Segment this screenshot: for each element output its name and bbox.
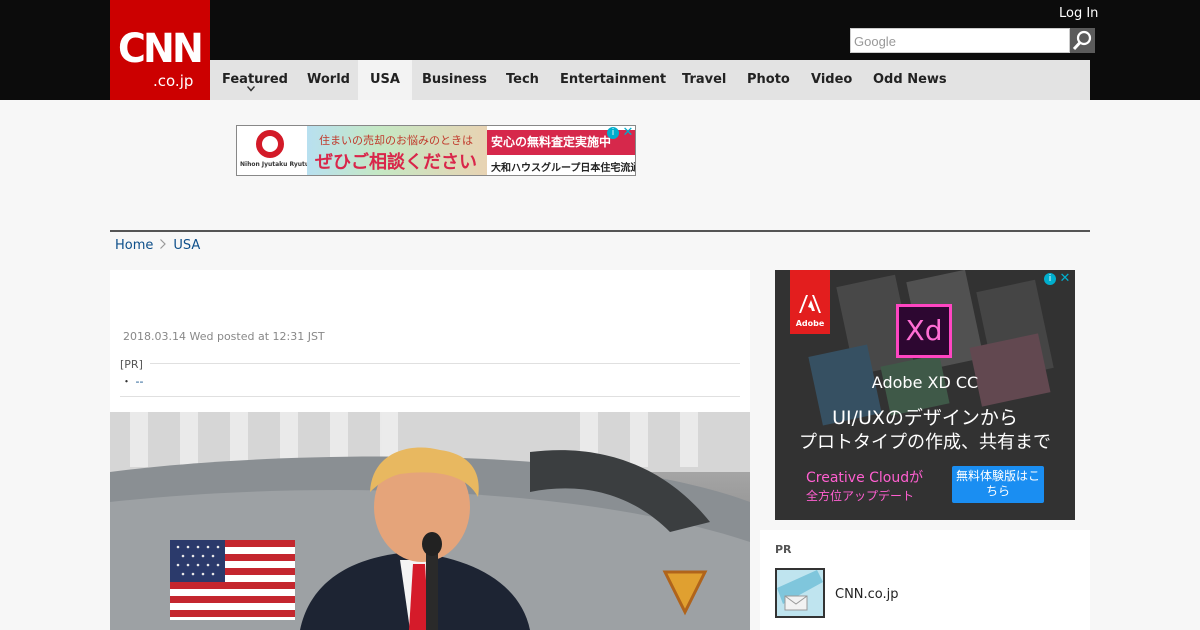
search-input[interactable]: Google xyxy=(850,28,1070,53)
nav-item-label: Entertainment xyxy=(560,72,667,87)
breadcrumb-home[interactable]: Home xyxy=(115,238,153,253)
ad-headline-1: UI/UXのデザインから xyxy=(832,407,1018,429)
mail-icon xyxy=(777,570,823,616)
cnn-logo[interactable]: CNN .co.jp xyxy=(110,0,210,100)
brand-circle-icon xyxy=(256,130,284,158)
nav-item-photo[interactable]: Photo xyxy=(735,60,802,100)
free-trial-button[interactable]: 無料体験版はこちら xyxy=(952,466,1044,503)
pr-box-heading: PR xyxy=(775,543,792,556)
article-date: 2018.03.14 Wed posted at 12:31 JST xyxy=(123,330,325,343)
nav-item-label: Business xyxy=(422,72,487,87)
nav-item-tech[interactable]: Tech xyxy=(494,60,551,100)
logo-sub-text: .co.jp xyxy=(153,72,194,90)
nav-item-travel[interactable]: Travel xyxy=(670,60,738,100)
search-button[interactable] xyxy=(1070,28,1095,53)
nav-item-label: Photo xyxy=(747,72,790,87)
adobe-wordmark: Adobe xyxy=(795,319,825,328)
pr-link[interactable]: -- xyxy=(136,375,144,388)
ad-sub: 大和ハウスグループ日本住宅流通へ xyxy=(491,163,636,174)
adchoices-icon[interactable]: i xyxy=(607,127,619,139)
pr-divider xyxy=(150,363,740,364)
pr-item-name[interactable]: CNN.co.jp xyxy=(835,587,899,603)
nav-item-label: World xyxy=(307,72,350,87)
side-ad-adobe-xd[interactable]: Adobe Xd Adobe XD CC UI/UXのデザインから プロトタイプ… xyxy=(775,270,1075,520)
ad-product-title: Adobe XD CC xyxy=(871,373,979,392)
ad-cc-line1: Creative Cloudが xyxy=(806,470,924,486)
login-link[interactable]: Log In xyxy=(1059,6,1098,22)
nav-item-world[interactable]: World xyxy=(295,60,362,100)
nav-item-label: Featured xyxy=(222,72,288,87)
pr-label: [PR] xyxy=(120,358,143,371)
pr-thumbnail[interactable] xyxy=(775,568,825,618)
ad-message: 住まいの売却のお悩みのときは ぜひご相談ください xyxy=(307,126,487,175)
main-nav: Featured World USA Business Tech Enterta… xyxy=(210,60,1090,100)
magnifier-icon xyxy=(1072,30,1092,51)
adobe-logo: Adobe xyxy=(790,270,830,334)
chevron-down-icon xyxy=(247,86,255,92)
article-header: 2018.03.14 Wed posted at 12:31 JST [PR] … xyxy=(110,270,750,412)
close-icon[interactable]: ✕ xyxy=(622,126,634,139)
ad-cc-line2: 全方位アップデート xyxy=(806,489,915,503)
nav-item-label: Odd News xyxy=(873,72,947,87)
breadcrumb: Home USA xyxy=(115,238,200,254)
nav-item-featured[interactable]: Featured xyxy=(210,60,300,100)
ad-headline-2: プロトタイプの作成、共有まで xyxy=(799,432,1051,453)
article-photo-image xyxy=(110,412,750,630)
ad-brand-logo: Nihon Jyutaku Ryutu xyxy=(237,126,310,175)
xd-product-icon: Xd xyxy=(896,304,952,358)
nav-item-label: Travel xyxy=(682,72,727,87)
logo-main-text: CNN xyxy=(118,26,204,72)
nav-item-label: Tech xyxy=(506,72,539,87)
close-icon[interactable]: ✕ xyxy=(1059,272,1071,285)
nav-item-business[interactable]: Business xyxy=(410,60,499,100)
nav-item-video[interactable]: Video xyxy=(799,60,864,100)
top-banner-ad[interactable]: Nihon Jyutaku Ryutu 住まいの売却のお悩みのときは ぜひご相談… xyxy=(236,125,636,176)
pr-divider-bottom xyxy=(120,396,740,397)
ad-brand-text: Nihon Jyutaku Ryutu xyxy=(240,161,310,168)
adchoices-icon[interactable]: i xyxy=(1044,273,1056,285)
ad-line2: ぜひご相談ください xyxy=(315,152,477,173)
nav-item-usa[interactable]: USA xyxy=(358,60,412,100)
nav-item-label: Video xyxy=(811,72,853,87)
article-photo xyxy=(110,412,750,630)
section-divider xyxy=(110,230,1090,232)
nav-item-odd-news[interactable]: Odd News xyxy=(861,60,959,100)
adobe-a-icon xyxy=(799,295,821,313)
pr-box: PR CNN.co.jp xyxy=(760,530,1090,630)
nav-item-entertainment[interactable]: Entertainment xyxy=(548,60,678,100)
breadcrumb-usa[interactable]: USA xyxy=(173,238,200,253)
ad-line1: 住まいの売却のお悩みのときは xyxy=(319,134,473,147)
pr-list-item: ・ -- xyxy=(121,375,144,388)
nav-item-label: USA xyxy=(370,72,400,87)
chevron-right-icon xyxy=(160,239,167,249)
